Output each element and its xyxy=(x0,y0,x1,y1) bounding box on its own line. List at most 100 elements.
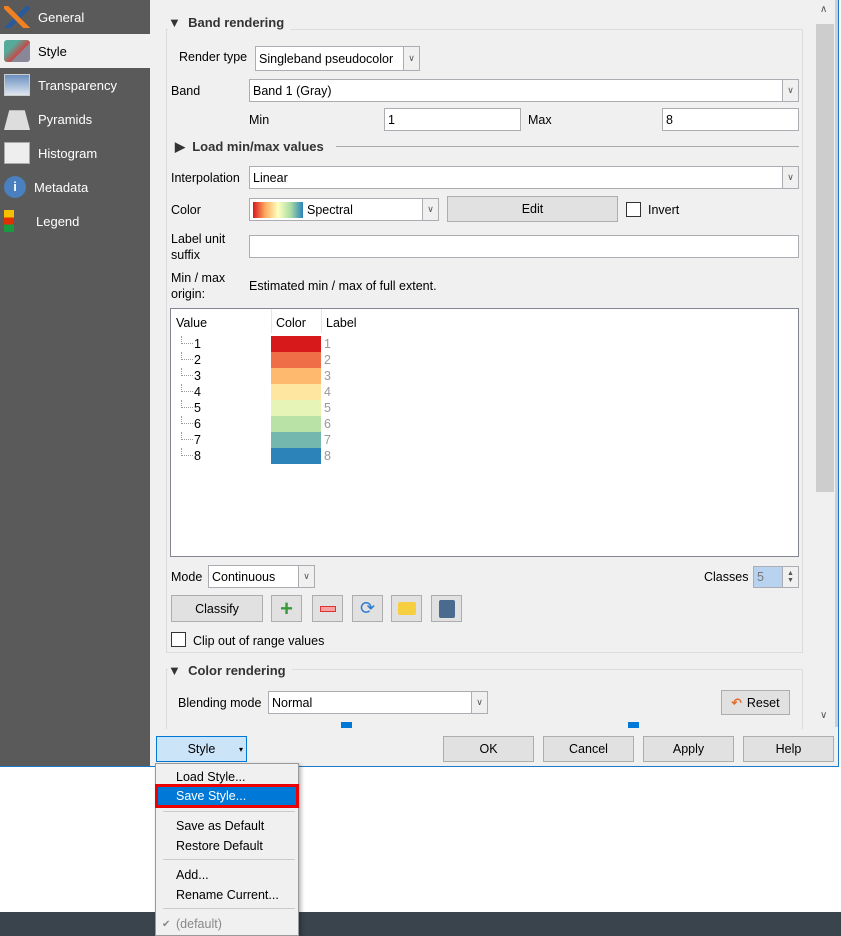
row-color-swatch[interactable] xyxy=(271,400,321,416)
menu-item-load-style[interactable]: Load Style... xyxy=(157,767,297,787)
divider xyxy=(835,0,838,727)
min-label: Min xyxy=(249,113,270,127)
column-header-value[interactable]: Value xyxy=(176,316,207,330)
sidebar-item-transparency[interactable]: Transparency xyxy=(0,68,150,102)
sidebar-item-general[interactable]: General xyxy=(0,0,150,34)
table-row[interactable]: 4 4 xyxy=(171,384,371,400)
row-label[interactable]: 4 xyxy=(324,385,331,399)
invert-checkbox[interactable] xyxy=(626,202,641,217)
vertical-scrollbar[interactable]: ∧ ∨ xyxy=(815,0,835,727)
table-row[interactable]: 7 7 xyxy=(171,432,371,448)
legend-icon xyxy=(4,210,14,232)
row-label[interactable]: 2 xyxy=(324,353,331,367)
scroll-up-icon[interactable]: ∧ xyxy=(820,4,827,15)
table-row[interactable]: 6 6 xyxy=(171,416,371,432)
row-value: 2 xyxy=(194,353,201,367)
sidebar-item-histogram[interactable]: Histogram xyxy=(0,136,150,170)
remove-class-button[interactable] xyxy=(312,595,343,622)
table-row[interactable]: 3 3 xyxy=(171,368,371,384)
row-color-swatch[interactable] xyxy=(271,352,321,368)
export-colormap-button[interactable] xyxy=(431,595,462,622)
band-label: Band xyxy=(171,84,201,98)
classify-button[interactable]: Classify xyxy=(171,595,263,622)
color-ramp-select[interactable]: Spectral ∨ xyxy=(249,198,439,221)
load-minmax-header[interactable]: ▶ Load min/max values xyxy=(175,139,332,155)
ok-button[interactable]: OK xyxy=(443,736,534,762)
row-label[interactable]: 3 xyxy=(324,369,331,383)
sidebar-item-style[interactable]: Style xyxy=(0,34,150,68)
row-value: 6 xyxy=(194,417,201,431)
band-rendering-header[interactable]: ▼ Band rendering xyxy=(168,15,291,30)
table-row[interactable]: 5 5 xyxy=(171,400,371,416)
color-table[interactable]: Value Color Label 1 1 2 2 3 3 4 4 5 5 6 … xyxy=(170,308,799,557)
plus-icon: + xyxy=(280,595,293,621)
tree-line xyxy=(181,384,193,392)
row-label[interactable]: 1 xyxy=(324,337,331,351)
classes-spinbox[interactable]: 5 ▲ ▼ xyxy=(753,566,799,588)
help-button[interactable]: Help xyxy=(743,736,834,762)
sidebar-item-pyramids[interactable]: Pyramids xyxy=(0,102,150,136)
spin-arrows-icon[interactable]: ▲ ▼ xyxy=(782,567,798,587)
row-label[interactable]: 8 xyxy=(324,449,331,463)
column-header-color[interactable]: Color xyxy=(276,316,306,330)
table-row[interactable]: 1 1 xyxy=(171,336,371,352)
row-color-swatch[interactable] xyxy=(271,368,321,384)
tree-line xyxy=(181,448,193,456)
label-unit-suffix-label: Label unit suffix xyxy=(171,232,226,262)
render-type-label: Render type xyxy=(179,50,248,64)
row-label[interactable]: 6 xyxy=(324,417,331,431)
interpolation-select[interactable]: Linear ∨ xyxy=(249,166,799,189)
column-header-label[interactable]: Label xyxy=(326,316,357,330)
sidebar-item-legend[interactable]: Legend xyxy=(0,204,150,238)
row-value: 3 xyxy=(194,369,201,383)
contrast-slider-handle[interactable] xyxy=(628,722,639,728)
menu-item-default-style[interactable]: ✔ (default) xyxy=(157,914,297,934)
cancel-button[interactable]: Cancel xyxy=(543,736,634,762)
row-color-swatch[interactable] xyxy=(271,384,321,400)
edit-button[interactable]: Edit xyxy=(447,196,618,222)
max-label: Max xyxy=(528,113,552,127)
menu-item-rename-current[interactable]: Rename Current... xyxy=(157,885,297,905)
row-value: 8 xyxy=(194,449,201,463)
row-color-swatch[interactable] xyxy=(271,432,321,448)
table-row[interactable]: 2 2 xyxy=(171,352,371,368)
invert-label: Invert xyxy=(648,203,680,217)
table-row[interactable]: 8 8 xyxy=(171,448,371,464)
brightness-slider-handle[interactable] xyxy=(341,722,352,728)
taskbar xyxy=(0,912,841,936)
menu-item-add[interactable]: Add... xyxy=(157,865,297,885)
add-class-button[interactable]: + xyxy=(271,595,302,622)
scroll-down-icon[interactable]: ∨ xyxy=(820,710,827,721)
min-input[interactable]: 1 xyxy=(384,108,521,131)
refresh-icon: ⟳ xyxy=(359,598,376,618)
band-select[interactable]: Band 1 (Gray) ∨ xyxy=(249,79,799,102)
style-menu-button[interactable]: Style ▾ xyxy=(156,736,247,762)
mode-select[interactable]: Continuous ∨ xyxy=(208,565,315,588)
render-type-select[interactable]: Singleband pseudocolor ∨ xyxy=(255,46,420,71)
row-color-swatch[interactable] xyxy=(271,416,321,432)
blending-mode-select[interactable]: Normal ∨ xyxy=(268,691,488,714)
menu-item-save-as-default[interactable]: Save as Default xyxy=(157,816,297,836)
tree-line xyxy=(181,432,193,440)
chevron-down-icon: ∨ xyxy=(782,167,798,188)
clip-checkbox[interactable] xyxy=(171,632,186,647)
row-label[interactable]: 7 xyxy=(324,433,331,447)
layer-properties-dialog: General Style Transparency Pyramids Hist… xyxy=(0,0,839,767)
color-label: Color xyxy=(171,203,201,217)
divider xyxy=(336,146,799,147)
menu-item-save-style[interactable]: Save Style... xyxy=(155,784,299,808)
chevron-down-icon: ∨ xyxy=(422,199,438,220)
max-input[interactable]: 8 xyxy=(662,108,799,131)
row-label[interactable]: 5 xyxy=(324,401,331,415)
menu-item-restore-default[interactable]: Restore Default xyxy=(157,836,297,856)
sidebar-item-metadata[interactable]: i Metadata xyxy=(0,170,150,204)
scrollbar-thumb[interactable] xyxy=(816,24,834,492)
row-color-swatch[interactable] xyxy=(271,448,321,464)
reset-button[interactable]: ↶ Reset xyxy=(721,690,790,715)
apply-button[interactable]: Apply xyxy=(643,736,734,762)
color-rendering-header[interactable]: ▼ Color rendering xyxy=(168,663,292,678)
refresh-button[interactable]: ⟳ xyxy=(352,595,383,622)
load-colormap-button[interactable] xyxy=(391,595,422,622)
row-color-swatch[interactable] xyxy=(271,336,321,352)
label-unit-suffix-input[interactable] xyxy=(249,235,799,258)
